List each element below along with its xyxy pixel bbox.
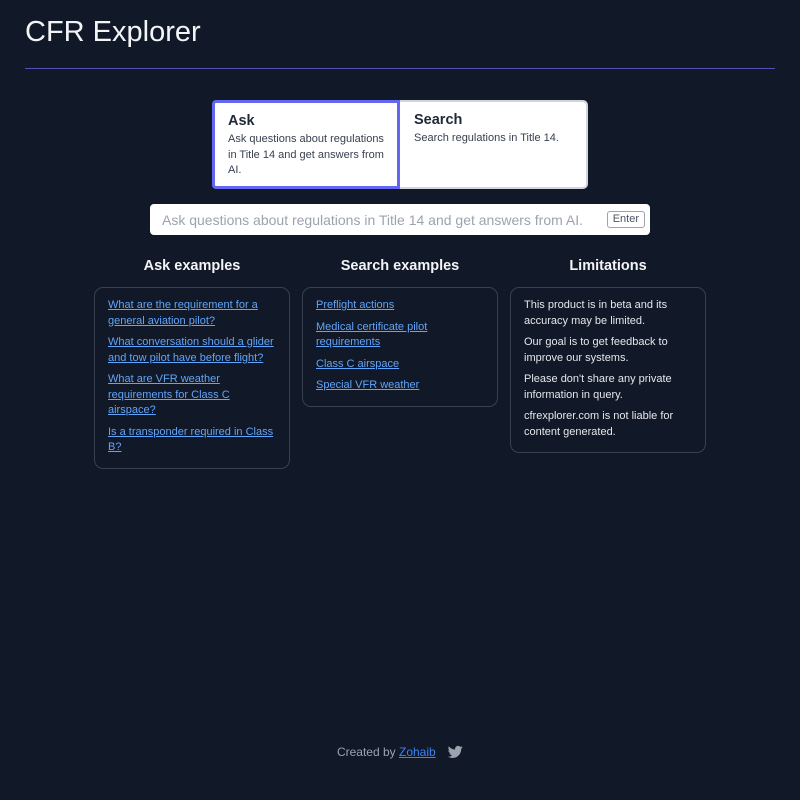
footer-created-by: Created by bbox=[336, 745, 396, 759]
search-example-link[interactable]: Medical certificate pilot requirements bbox=[316, 320, 485, 351]
mode-search-description: Search regulations in Title 14. bbox=[414, 132, 559, 144]
search-example-link[interactable]: Special VFR weather bbox=[316, 378, 485, 394]
ask-example-link[interactable]: What are the requirement for a general a… bbox=[108, 298, 277, 329]
ask-examples-section: Ask examples What are the requirement fo… bbox=[94, 256, 290, 469]
ask-examples-title: Ask examples bbox=[143, 258, 241, 274]
limitation-item: This product is in beta and its accuracy… bbox=[524, 299, 668, 327]
search-examples-section: Search examples Preflight actions Medica… bbox=[302, 256, 498, 407]
page: CFR Explorer Ask Ask questions about reg… bbox=[0, 0, 800, 800]
query-input[interactable] bbox=[162, 211, 607, 228]
query-bar: Enter bbox=[150, 204, 650, 235]
header-divider bbox=[25, 68, 775, 69]
limitations-section: Limitations This product is in beta and … bbox=[510, 256, 706, 453]
search-examples-title: Search examples bbox=[340, 258, 460, 274]
mode-search-title: Search bbox=[414, 112, 463, 128]
header: CFR Explorer bbox=[25, 14, 775, 69]
search-example-link[interactable]: Class C airspace bbox=[316, 357, 485, 373]
ask-examples-box: What are the requirement for a general a… bbox=[94, 287, 290, 469]
limitations-title: Limitations bbox=[569, 258, 647, 274]
mode-ask-card[interactable]: Ask Ask questions about regulations in T… bbox=[212, 100, 400, 189]
twitter-icon[interactable] bbox=[447, 745, 463, 759]
limitations-box: This product is in beta and its accuracy… bbox=[510, 287, 706, 453]
app-title: CFR Explorer bbox=[25, 16, 201, 48]
limitation-item: Our goal is to get feedback to improve o… bbox=[524, 336, 668, 364]
mode-ask-description: Ask questions about regulations in Title… bbox=[228, 133, 384, 176]
ask-example-link[interactable]: What conversation should a glider and to… bbox=[108, 335, 277, 366]
limitation-item: Please don't share any private informati… bbox=[524, 373, 672, 401]
ask-example-link[interactable]: What are VFR weather requirements for Cl… bbox=[108, 372, 277, 419]
ask-example-link[interactable]: Is a transponder required in Class B? bbox=[108, 425, 277, 456]
limitation-item: cfrexplorer.com is not liable for conten… bbox=[524, 410, 674, 438]
mode-ask-title: Ask bbox=[228, 113, 255, 129]
author-link[interactable]: Zohaib bbox=[399, 745, 436, 759]
search-examples-box: Preflight actions Medical certificate pi… bbox=[302, 287, 498, 407]
mode-search-card[interactable]: Search Search regulations in Title 14. bbox=[400, 102, 586, 187]
enter-button[interactable]: Enter bbox=[606, 211, 645, 228]
mode-switch: Ask Ask questions about regulations in T… bbox=[212, 100, 588, 189]
footer: Created by Zohaib bbox=[0, 744, 800, 760]
search-example-link[interactable]: Preflight actions bbox=[316, 298, 485, 314]
